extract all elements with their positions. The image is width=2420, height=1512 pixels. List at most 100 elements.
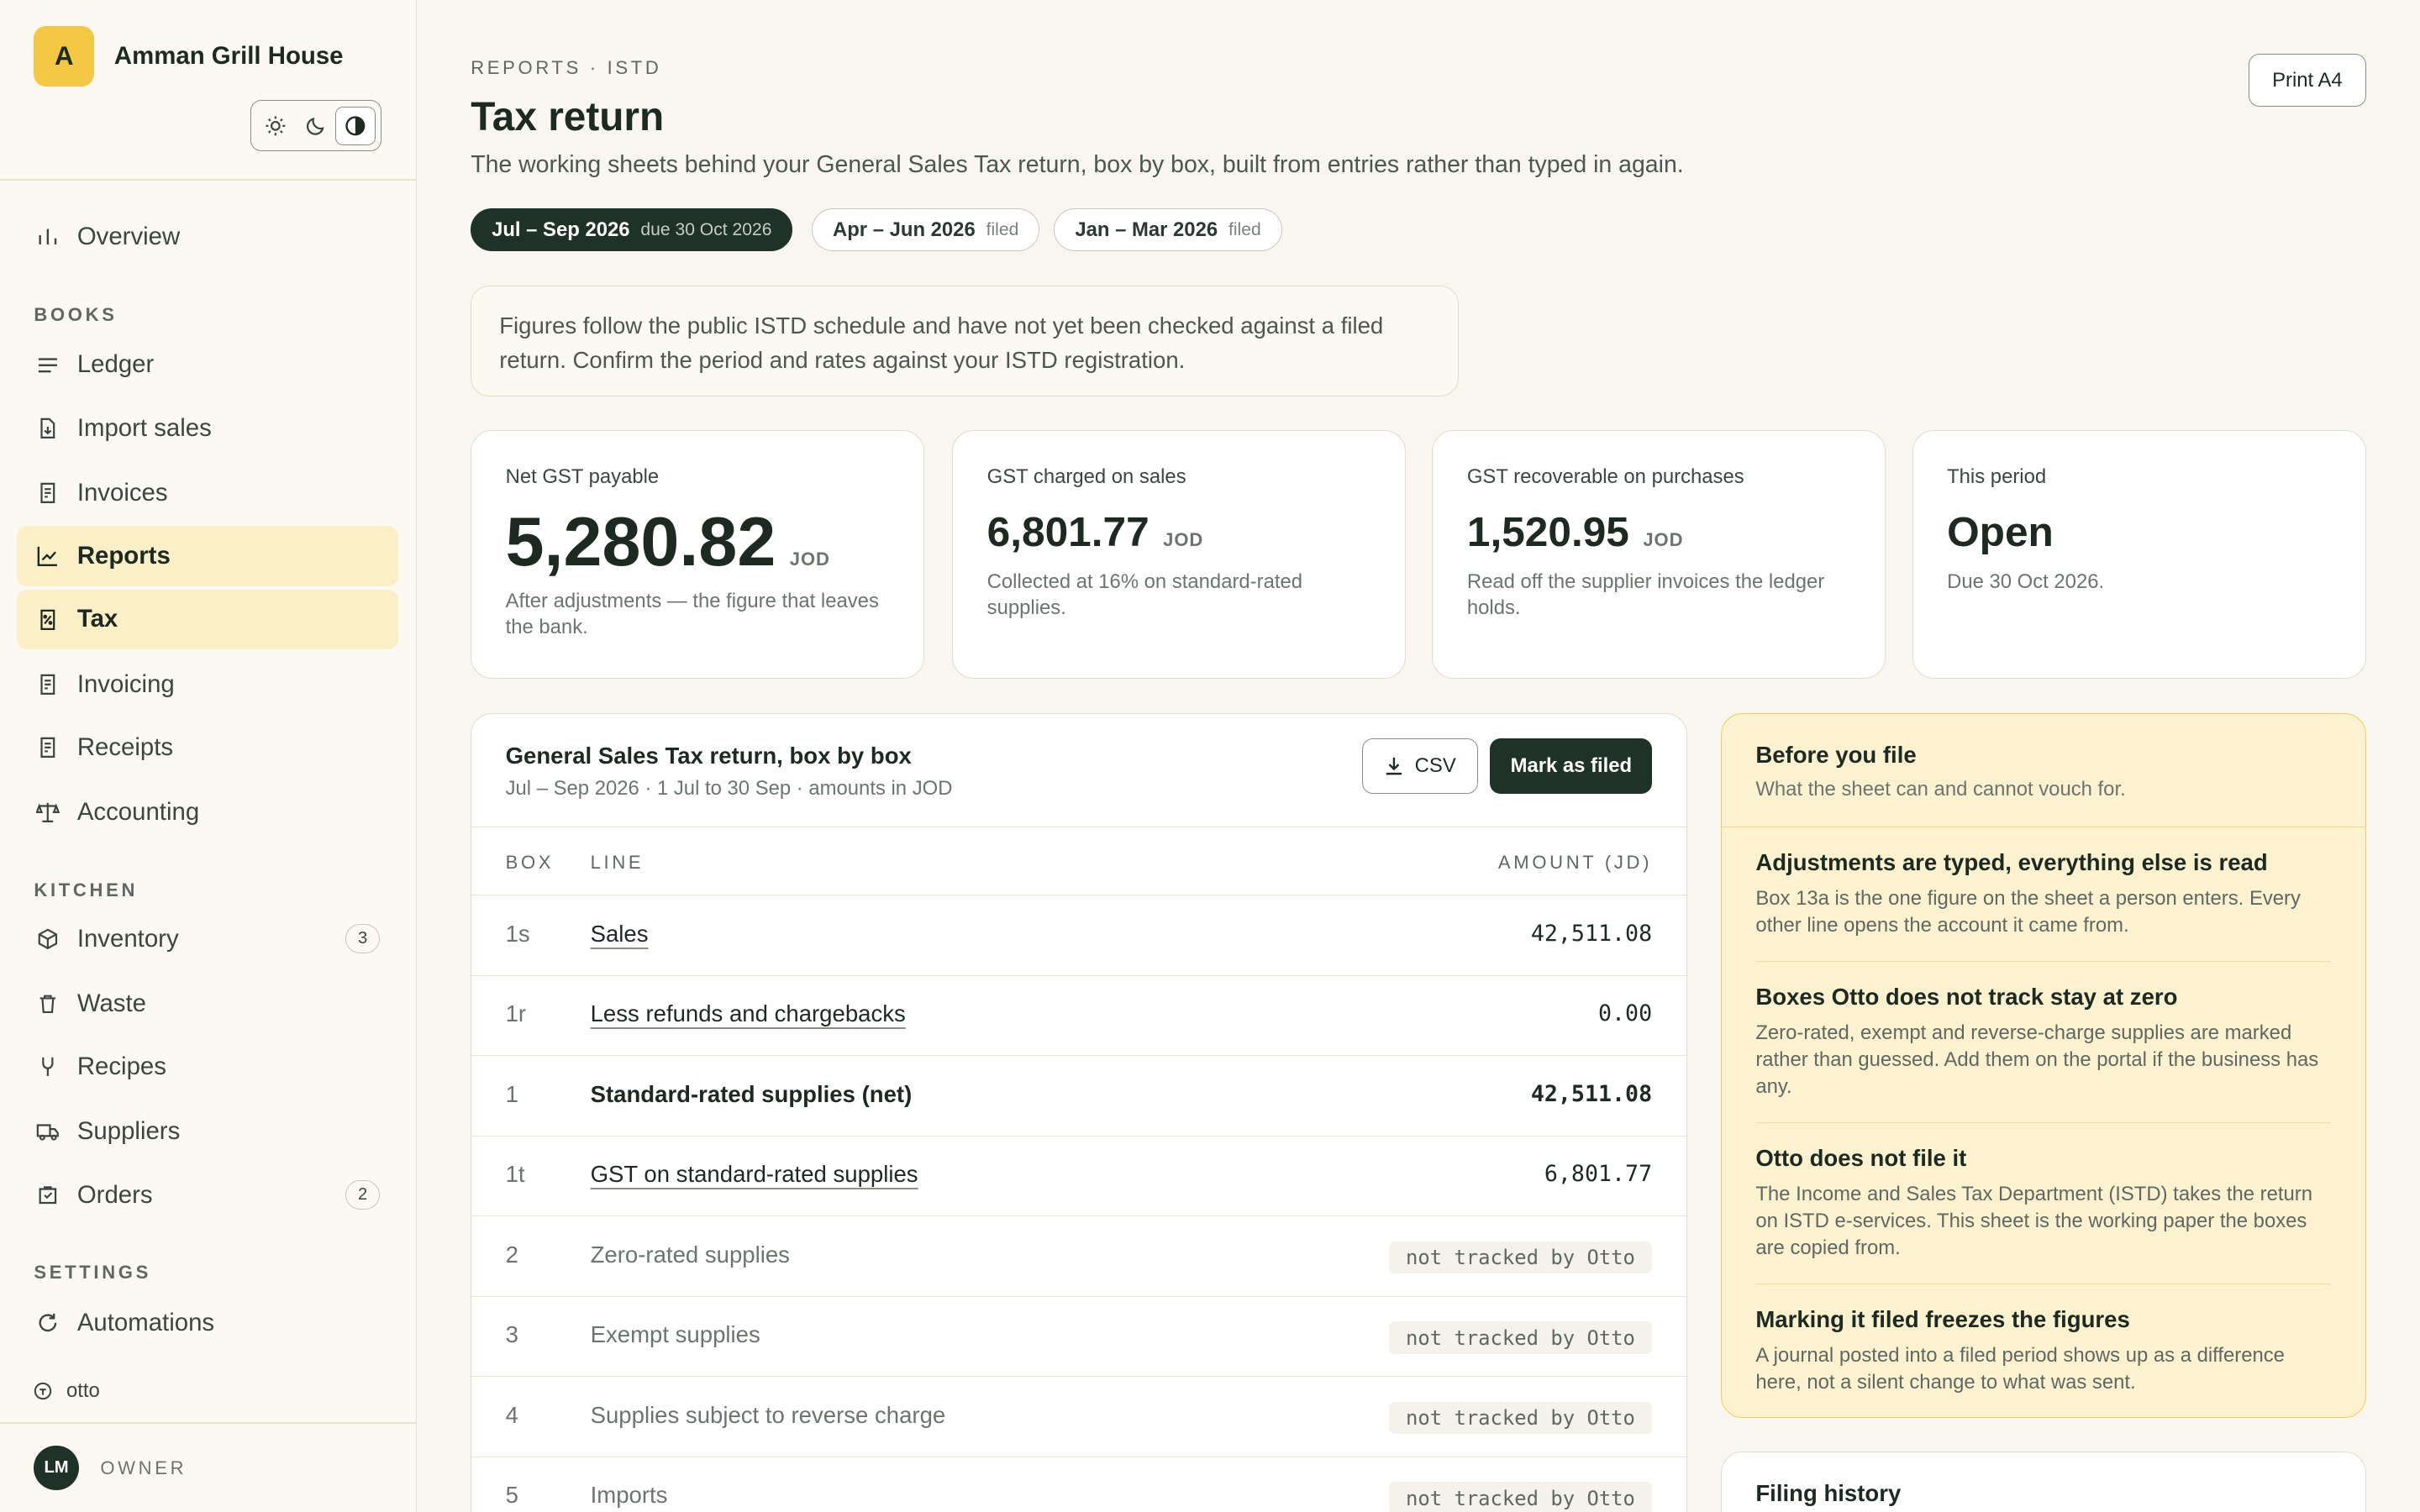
trash-icon xyxy=(35,991,60,1016)
nav-item-ledger[interactable]: Ledger xyxy=(17,335,398,396)
panel-item-title: Otto does not file it xyxy=(1755,1144,1967,1171)
kpi-value-row: 6,801.77 JOD xyxy=(987,507,1371,556)
panel-item-body: Box 13a is the one figure on the sheet a… xyxy=(1755,887,2301,937)
box-number: 3 xyxy=(505,1321,518,1348)
not-tracked-badge: not tracked by Otto xyxy=(1388,1482,1653,1512)
nav-label: Import sales xyxy=(76,413,212,442)
gst-return-table-card: General Sales Tax return, box by box Jul… xyxy=(471,712,1687,1512)
table-row: 1t GST on standard-rated supplies 6,801.… xyxy=(471,1137,1686,1217)
kpi-note: Collected at 16% on standard-rated suppl… xyxy=(986,570,1303,619)
nav-section-settings: SETTINGS xyxy=(34,1262,151,1284)
period-tab-q2[interactable]: Apr – Jun 2026 filed xyxy=(812,207,1040,252)
kpi-note: Read off the supplier invoices the ledge… xyxy=(1466,570,1825,619)
kpi-value-row: 5,280.82 JOD xyxy=(506,501,890,582)
csv-label: CSV xyxy=(1414,753,1456,777)
nav-item-automations[interactable]: Automations xyxy=(17,1293,398,1353)
table-row: 3 Exempt supplies not tracked by Otto xyxy=(471,1297,1686,1378)
panel-item-body: Zero-rated, exempt and reverse-charge su… xyxy=(1755,1021,2319,1099)
box-number: 2 xyxy=(505,1241,518,1268)
nav-item-waste[interactable]: Waste xyxy=(17,974,398,1034)
line-link[interactable]: Less refunds and chargebacks xyxy=(591,1000,906,1027)
period-tab-q3[interactable]: Jul – Sep 2026 due 30 Oct 2026 xyxy=(471,207,793,252)
nav-label: Inventory xyxy=(76,924,179,953)
not-tracked-badge: not tracked by Otto xyxy=(1388,1401,1653,1435)
kpi-unit: JOD xyxy=(1163,528,1204,550)
sidebar-divider xyxy=(0,179,416,181)
panel-title: Before you file xyxy=(1755,741,1917,768)
kpi-gst-charged: GST charged on sales 6,801.77 JOD Collec… xyxy=(952,430,1407,680)
theme-dark-button[interactable] xyxy=(296,107,336,145)
theme-auto-button[interactable] xyxy=(335,106,376,145)
kpi-unit: JOD xyxy=(1643,528,1684,550)
period-tab-q1[interactable]: Jan – Mar 2026 filed xyxy=(1054,207,1282,252)
period-label: Jul – Sep 2026 xyxy=(492,218,630,241)
kpi-net-gst-payable: Net GST payable 5,280.82 JOD After adjus… xyxy=(471,430,925,680)
line-label: Exempt supplies xyxy=(590,1321,760,1348)
nav-item-invoicing[interactable]: Invoicing xyxy=(17,654,398,715)
bar-chart-icon xyxy=(35,224,60,249)
kpi-note: Due 30 Oct 2026. xyxy=(1947,570,2105,593)
scale-icon xyxy=(35,800,60,824)
panel-item: Adjustments are typed, everything else i… xyxy=(1755,827,2332,963)
nav-section-books: BOOKS xyxy=(34,303,118,325)
line-label: Imports xyxy=(590,1482,668,1509)
line-link[interactable]: GST on standard-rated supplies xyxy=(591,1161,918,1188)
nav-item-tax[interactable]: Tax xyxy=(17,589,398,650)
nav-item-suppliers[interactable]: Suppliers xyxy=(17,1101,398,1162)
csv-download-button[interactable]: CSV xyxy=(1361,738,1478,795)
period-label: Apr – Jun 2026 xyxy=(832,218,976,241)
page-title: Tax return xyxy=(471,95,665,140)
line-label: Standard-rated supplies (net) xyxy=(590,1080,913,1107)
nav-label: Recipes xyxy=(76,1053,166,1081)
main-content: REPORTS · ISTD Tax return The working sh… xyxy=(416,0,2420,1512)
nav-item-import-sales[interactable]: Import sales xyxy=(17,398,398,459)
theme-light-button[interactable] xyxy=(255,107,296,145)
page-subtitle: The working sheets behind your General S… xyxy=(471,151,1684,178)
kpi-note: After adjustments — the figure that leav… xyxy=(505,589,879,639)
nav-item-accounting[interactable]: Accounting xyxy=(17,782,398,843)
nav-item-receipts[interactable]: Receipts xyxy=(17,717,398,778)
brand[interactable]: A Amman Grill House xyxy=(34,26,344,87)
receipt-icon xyxy=(35,735,60,759)
box-number: 1r xyxy=(505,1000,527,1027)
tax-icon xyxy=(35,607,60,632)
table-subtitle: Jul – Sep 2026 · 1 Jul to 30 Sep · amoun… xyxy=(505,776,953,800)
nav-label: Reports xyxy=(76,542,171,570)
otto-link[interactable]: otto xyxy=(34,1379,100,1403)
box-number: 5 xyxy=(505,1482,518,1509)
sun-icon xyxy=(266,116,286,136)
mark-as-filed-button[interactable]: Mark as filed xyxy=(1490,738,1653,795)
kpi-value: 5,280.82 xyxy=(505,501,776,580)
nav-item-reports[interactable]: Reports xyxy=(17,526,398,586)
kpi-unit: JOD xyxy=(789,548,830,570)
amount: 0.00 xyxy=(1598,1000,1653,1027)
receipt-icon xyxy=(35,480,60,505)
nav-item-overview[interactable]: Overview xyxy=(17,207,398,267)
nav-item-orders[interactable]: Orders 2 xyxy=(17,1165,398,1226)
nav-item-recipes[interactable]: Recipes xyxy=(17,1037,398,1097)
nav-item-inventory[interactable]: Inventory 3 xyxy=(17,909,398,969)
line-link[interactable]: Sales xyxy=(591,921,649,948)
panel-item-title: Marking it filed freezes the figures xyxy=(1755,1305,2130,1332)
kpi-gst-recoverable: GST recoverable on purchases 1,520.95 JO… xyxy=(1432,430,1886,680)
avatar: LM xyxy=(34,1446,79,1491)
theme-toggle xyxy=(250,100,381,151)
nav-label: Suppliers xyxy=(76,1117,181,1146)
kpi-label: This period xyxy=(1947,465,2047,488)
nav-item-invoices[interactable]: Invoices xyxy=(17,463,398,523)
line-label: Supplies subject to reverse charge xyxy=(590,1401,946,1428)
orders-count-badge: 2 xyxy=(345,1180,380,1210)
nav-label: Overview xyxy=(76,222,181,250)
amount: 42,511.08 xyxy=(1530,1080,1653,1107)
line-label: Zero-rated supplies xyxy=(590,1241,790,1268)
print-a4-button[interactable]: Print A4 xyxy=(2249,54,2366,107)
kpi-label: GST charged on sales xyxy=(986,465,1186,488)
table-row: 1s Sales 42,511.08 xyxy=(471,895,1686,976)
kpi-value: 6,801.77 xyxy=(986,507,1150,555)
fork-icon xyxy=(35,1054,60,1079)
panel-item-body: A journal posted into a filed period sho… xyxy=(1755,1343,2285,1394)
table-row: 2 Zero-rated supplies not tracked by Ott… xyxy=(471,1216,1686,1297)
panel-item-title: Boxes Otto does not track stay at zero xyxy=(1755,983,2178,1010)
user-menu[interactable]: LM OWNER xyxy=(34,1446,187,1491)
kpi-label: GST recoverable on purchases xyxy=(1466,465,1744,488)
